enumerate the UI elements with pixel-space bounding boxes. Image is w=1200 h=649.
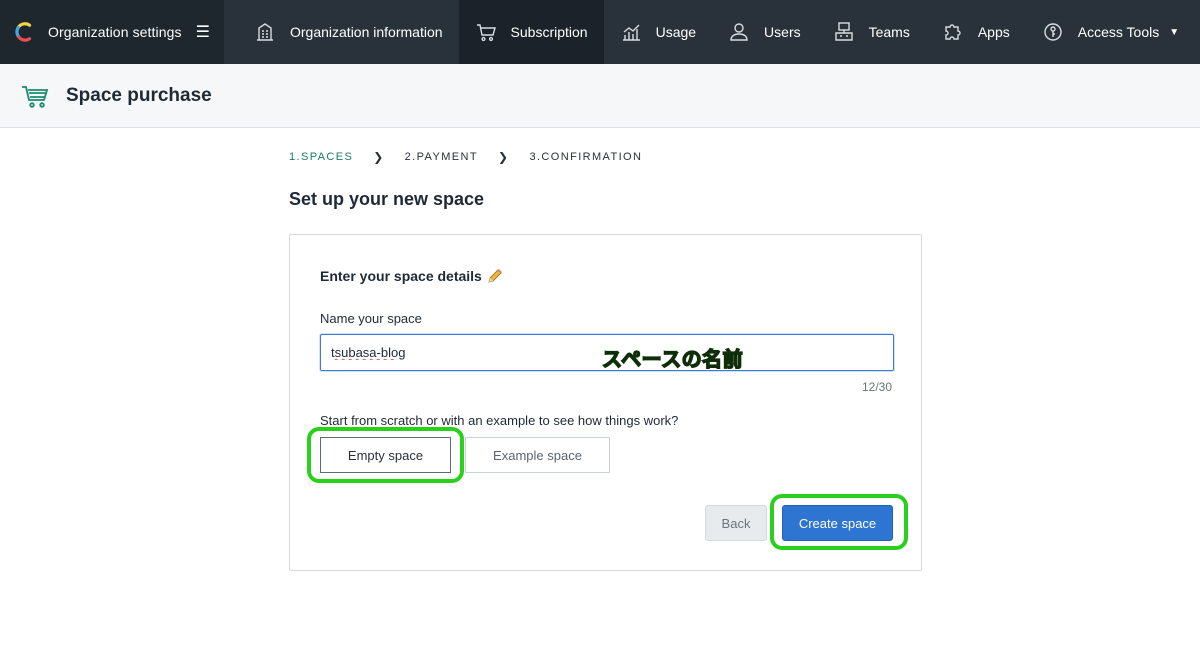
space-type-prompt: Start from scratch or with an example to… (320, 413, 679, 428)
nav-organization-information[interactable]: Organization information (224, 0, 459, 64)
nav-usage[interactable]: Usage (604, 0, 712, 64)
org-name: Organization settings (48, 24, 182, 40)
page-header: Space purchase (0, 64, 1200, 128)
space-name-annotation: スペースの名前 (601, 348, 744, 372)
nav-teams[interactable]: Teams (817, 0, 926, 64)
chevron-right-icon: ❯ (497, 150, 510, 164)
create-space-button[interactable]: Create space (782, 505, 893, 541)
page-title: Space purchase (66, 84, 212, 106)
example-space-option[interactable]: Example space (465, 437, 610, 473)
building-icon (257, 23, 273, 41)
nav-label: Users (764, 24, 801, 40)
space-name-label: Name your space (320, 311, 422, 326)
nav-subscription[interactable]: Subscription (458, 0, 604, 64)
card-title-text: Enter your space details (320, 268, 482, 284)
org-switcher[interactable]: Organization settings ☰ (0, 0, 224, 64)
nav-label: Organization information (290, 24, 443, 40)
step-payment: 2.PAYMENT (404, 151, 478, 163)
chevron-right-icon: ❯ (373, 150, 385, 164)
step-confirmation: 3.CONFIRMATION (529, 151, 643, 163)
nav-label: Apps (977, 24, 1010, 40)
contentful-logo-icon (15, 22, 32, 42)
nav-label: Access Tools (1077, 24, 1160, 40)
section-title: Set up your new space (289, 189, 485, 209)
hamburger-icon[interactable]: ☰ (196, 22, 210, 42)
nav-label: Teams (868, 24, 910, 40)
nav-label: Subscription (510, 24, 588, 40)
nav-access-tools[interactable]: Access Tools ▼ (1026, 0, 1195, 64)
pencil-icon (488, 269, 502, 283)
teams-icon (834, 22, 853, 41)
purchase-steps: 1.SPACES ❯ 2.PAYMENT ❯ 3.CONFIRMATION (289, 150, 642, 164)
char-counter: 12/30 (861, 380, 892, 394)
cart-icon (476, 24, 496, 42)
cart-icon (22, 85, 49, 108)
nav-users[interactable]: Users (712, 0, 817, 64)
chart-icon (622, 24, 640, 41)
user-icon (730, 23, 748, 41)
top-navbar: Organization settings ☰ Organization inf… (0, 0, 1200, 64)
main-nav: Organization information Subscription Us… (224, 0, 1195, 64)
card-title: Enter your space details (320, 267, 504, 285)
space-details-card: Enter your space details Name your space… (289, 234, 922, 571)
step-spaces: 1.SPACES (289, 151, 354, 163)
back-button[interactable]: Back (705, 505, 767, 541)
puzzle-icon (945, 24, 961, 40)
nav-apps[interactable]: Apps (926, 0, 1026, 64)
key-icon (1044, 23, 1062, 41)
nav-label: Usage (655, 24, 697, 40)
empty-space-option[interactable]: Empty space (320, 437, 451, 473)
chevron-down-icon: ▼ (1169, 26, 1180, 38)
